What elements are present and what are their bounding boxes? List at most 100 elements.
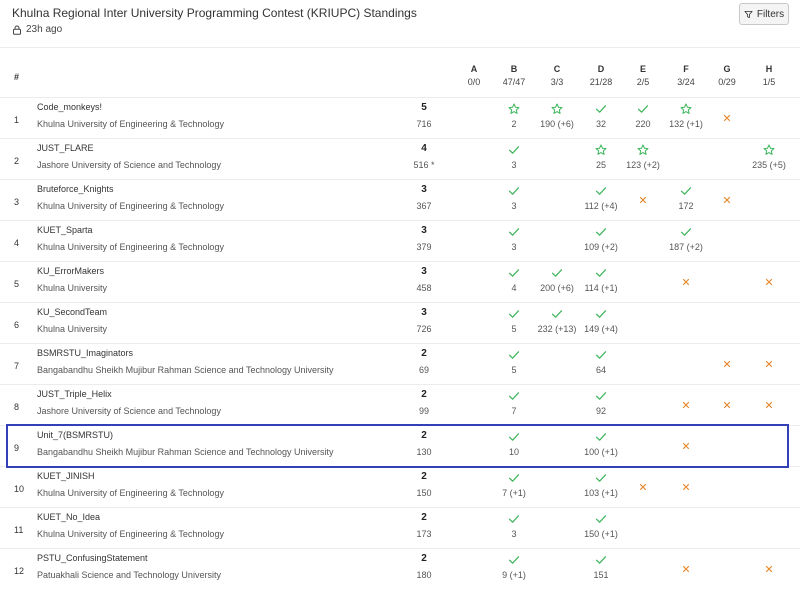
problem-cell-d[interactable]: 112 (+4) <box>579 184 623 216</box>
problem-cell-b[interactable]: 3 <box>492 512 536 544</box>
solve-time: 109 (+2) <box>584 242 618 252</box>
problem-cell-d[interactable]: 109 (+2) <box>579 225 623 257</box>
problem-cell-f[interactable]: 172 <box>664 184 708 216</box>
table-row[interactable]: 5 KU_ErrorMakers Khulna University 3 458 4 200… <box>0 261 800 303</box>
solve-time: 5 <box>511 365 517 375</box>
problem-cell-e[interactable] <box>621 184 665 216</box>
problem-cell-d[interactable]: 149 (+4) <box>579 307 623 339</box>
star-icon <box>579 143 623 157</box>
problem-cell-b[interactable]: 4 <box>492 266 536 298</box>
table-row[interactable]: 7 BSMRSTU_Imaginators Bangabandhu Sheikh M… <box>0 343 800 385</box>
star-icon <box>747 143 791 157</box>
problem-cell-d[interactable]: 32 <box>579 102 623 134</box>
table-row[interactable]: 1 Code_monkeys! Khulna University of Engin… <box>0 97 800 139</box>
team-name: PSTU_ConfusingStatement <box>37 553 148 563</box>
check-icon <box>492 430 536 444</box>
problem-cell-c[interactable]: 200 (+6) <box>535 266 579 298</box>
team-name: KUET_JINISH <box>37 471 95 481</box>
problem-cell-b[interactable]: 3 <box>492 184 536 216</box>
table-row[interactable]: 2 JUST_FLARE Jashore University of Science… <box>0 138 800 180</box>
penalty-time: 716 <box>416 119 432 129</box>
problem-header-f[interactable]: F 3/24 <box>666 64 706 87</box>
problem-header-d[interactable]: D 21/28 <box>581 64 621 87</box>
penalty-time: 173 <box>416 529 432 539</box>
problem-header-h[interactable]: H 1/5 <box>749 64 789 87</box>
problem-cell-h[interactable]: 235 (+5) <box>747 143 791 175</box>
problem-cell-d[interactable]: 114 (+1) <box>579 266 623 298</box>
solved-count: 3 <box>421 184 427 195</box>
table-row[interactable]: 12 PSTU_ConfusingStatement Patuakhali Scie… <box>0 548 800 590</box>
problem-cell-b[interactable]: 7 <box>492 389 536 421</box>
problem-cell-f[interactable]: 187 (+2) <box>664 225 708 257</box>
check-icon <box>579 389 623 403</box>
problem-cell-f[interactable] <box>664 553 708 585</box>
problem-cell-d[interactable]: 92 <box>579 389 623 421</box>
problem-cell-c[interactable]: 232 (+13) <box>535 307 579 339</box>
problem-cell-c[interactable]: 190 (+6) <box>535 102 579 134</box>
problem-cell-d[interactable]: 25 <box>579 143 623 175</box>
table-row[interactable]: 11 KUET_No_Idea Khulna University of Engin… <box>0 507 800 549</box>
problem-cell-d[interactable]: 64 <box>579 348 623 380</box>
problem-cell-f[interactable] <box>664 389 708 421</box>
cross-icon <box>664 471 708 503</box>
problem-cell-h[interactable] <box>747 553 791 585</box>
solve-time: 92 <box>595 406 606 416</box>
rank-cell: 8 <box>14 402 20 412</box>
problem-cell-g[interactable] <box>705 184 749 216</box>
problem-cell-b[interactable]: 3 <box>492 143 536 175</box>
table-row[interactable]: 8 JUST_Triple_Helix Jashore University of … <box>0 384 800 426</box>
problem-cell-e[interactable]: 123 (+2) <box>621 143 665 175</box>
rank-column-header: # <box>14 72 20 82</box>
problem-header-b[interactable]: B 47/47 <box>494 64 534 87</box>
table-row[interactable]: 6 KU_SecondTeam Khulna University 3 726 5 232 … <box>0 302 800 344</box>
problem-cell-h[interactable] <box>747 389 791 421</box>
solved-count: 2 <box>421 348 427 359</box>
problem-ratio: 3/3 <box>550 77 564 87</box>
university-name: Khulna University of Engineering & Techn… <box>37 201 224 211</box>
problem-cell-f[interactable]: 132 (+1) <box>664 102 708 134</box>
problem-cell-d[interactable]: 100 (+1) <box>579 430 623 462</box>
problem-cell-h[interactable] <box>747 348 791 380</box>
problem-cell-d[interactable]: 150 (+1) <box>579 512 623 544</box>
last-updated: 23h ago <box>12 24 62 35</box>
problem-cell-b[interactable]: 2 <box>492 102 536 134</box>
problem-header-a[interactable]: A 0/0 <box>454 64 494 87</box>
problem-cell-b[interactable]: 3 <box>492 225 536 257</box>
problem-cell-g[interactable] <box>705 389 749 421</box>
problem-cell-b[interactable]: 7 (+1) <box>492 471 536 503</box>
problem-header-e[interactable]: E 2/5 <box>623 64 663 87</box>
problem-header-c[interactable]: C 3/3 <box>537 64 577 87</box>
rank-cell: 3 <box>14 197 20 207</box>
cross-icon <box>747 389 791 421</box>
cross-icon <box>664 430 708 462</box>
problem-cell-g[interactable] <box>705 102 749 134</box>
problem-cell-g[interactable] <box>705 348 749 380</box>
check-icon <box>492 143 536 157</box>
problem-cell-b[interactable]: 5 <box>492 348 536 380</box>
problem-cell-f[interactable] <box>664 430 708 462</box>
problem-cell-b[interactable]: 5 <box>492 307 536 339</box>
table-row[interactable]: 4 KUET_Sparta Khulna University of Enginee… <box>0 220 800 262</box>
problem-cell-d[interactable]: 103 (+1) <box>579 471 623 503</box>
check-icon <box>579 225 623 239</box>
problem-cell-d[interactable]: 151 <box>579 553 623 585</box>
problem-cell-f[interactable] <box>664 471 708 503</box>
table-row[interactable]: 3 Bruteforce_Knights Khulna University of … <box>0 179 800 221</box>
problem-cell-h[interactable] <box>747 266 791 298</box>
problem-cell-e[interactable]: 220 <box>621 102 665 134</box>
filters-label: Filters <box>756 8 785 20</box>
problem-cell-e[interactable] <box>621 471 665 503</box>
table-row[interactable]: 10 KUET_JINISH Khulna University of Engine… <box>0 466 800 508</box>
solve-time: 7 <box>511 406 517 416</box>
problem-cell-b[interactable]: 9 (+1) <box>492 553 536 585</box>
team-name: JUST_FLARE <box>37 143 94 153</box>
problem-cell-f[interactable] <box>664 266 708 298</box>
university-name: Patuakhali Science and Technology Univer… <box>37 570 221 580</box>
table-row[interactable]: 9 Unit_7(BSMRSTU) Bangabandhu Sheikh Mujib… <box>0 425 800 467</box>
team-name: KUET_Sparta <box>37 225 93 235</box>
solve-time: 2 <box>511 119 517 129</box>
filters-button[interactable]: Filters <box>739 3 789 25</box>
rank-cell: 10 <box>14 484 25 494</box>
problem-header-g[interactable]: G 0/29 <box>707 64 747 87</box>
problem-cell-b[interactable]: 10 <box>492 430 536 462</box>
